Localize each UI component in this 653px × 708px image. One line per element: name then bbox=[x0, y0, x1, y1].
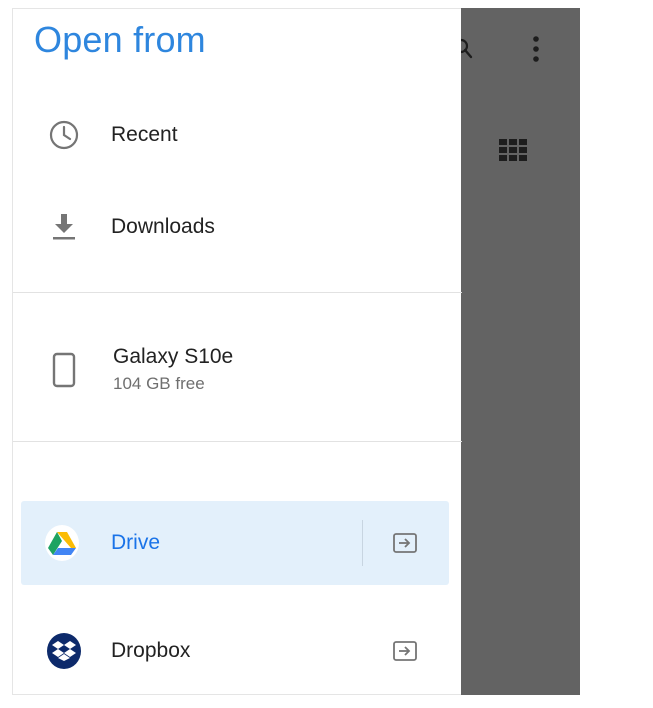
nav-item-downloads[interactable]: Downloads bbox=[13, 192, 462, 262]
nav-item-drive[interactable]: Drive bbox=[21, 501, 449, 585]
eject-icon[interactable] bbox=[392, 638, 418, 664]
nav-item-label: Recent bbox=[111, 123, 178, 146]
clock-icon bbox=[47, 118, 81, 152]
device-label-block: Galaxy S10e 104 GB free bbox=[113, 345, 233, 394]
more-vert-icon bbox=[533, 36, 539, 62]
section-divider bbox=[13, 292, 462, 293]
eject-icon[interactable] bbox=[392, 530, 418, 556]
device-free-space: 104 GB free bbox=[113, 374, 205, 393]
section-divider bbox=[13, 441, 462, 442]
drawer-scrim[interactable] bbox=[455, 8, 580, 695]
nav-item-recent[interactable]: Recent bbox=[13, 100, 462, 170]
grid-view-icon bbox=[499, 139, 527, 161]
device-name: Galaxy S10e bbox=[113, 345, 234, 368]
download-icon bbox=[47, 210, 81, 244]
nav-item-label: Dropbox bbox=[111, 639, 191, 662]
drawer-title: Open from bbox=[34, 19, 206, 60]
dropbox-icon bbox=[47, 633, 81, 669]
nav-item-label: Downloads bbox=[111, 215, 215, 238]
nav-item-device[interactable]: Galaxy S10e 104 GB free bbox=[13, 331, 462, 409]
open-from-drawer: Open from Recent Downloads Galaxy S10e 1… bbox=[12, 8, 462, 695]
action-divider bbox=[362, 520, 363, 566]
nav-item-label: Drive bbox=[111, 531, 161, 554]
phone-icon bbox=[47, 352, 81, 388]
google-drive-icon bbox=[45, 525, 79, 561]
nav-item-dropbox[interactable]: Dropbox bbox=[13, 616, 462, 686]
app-window: Open from Recent Downloads Galaxy S10e 1… bbox=[12, 8, 580, 695]
